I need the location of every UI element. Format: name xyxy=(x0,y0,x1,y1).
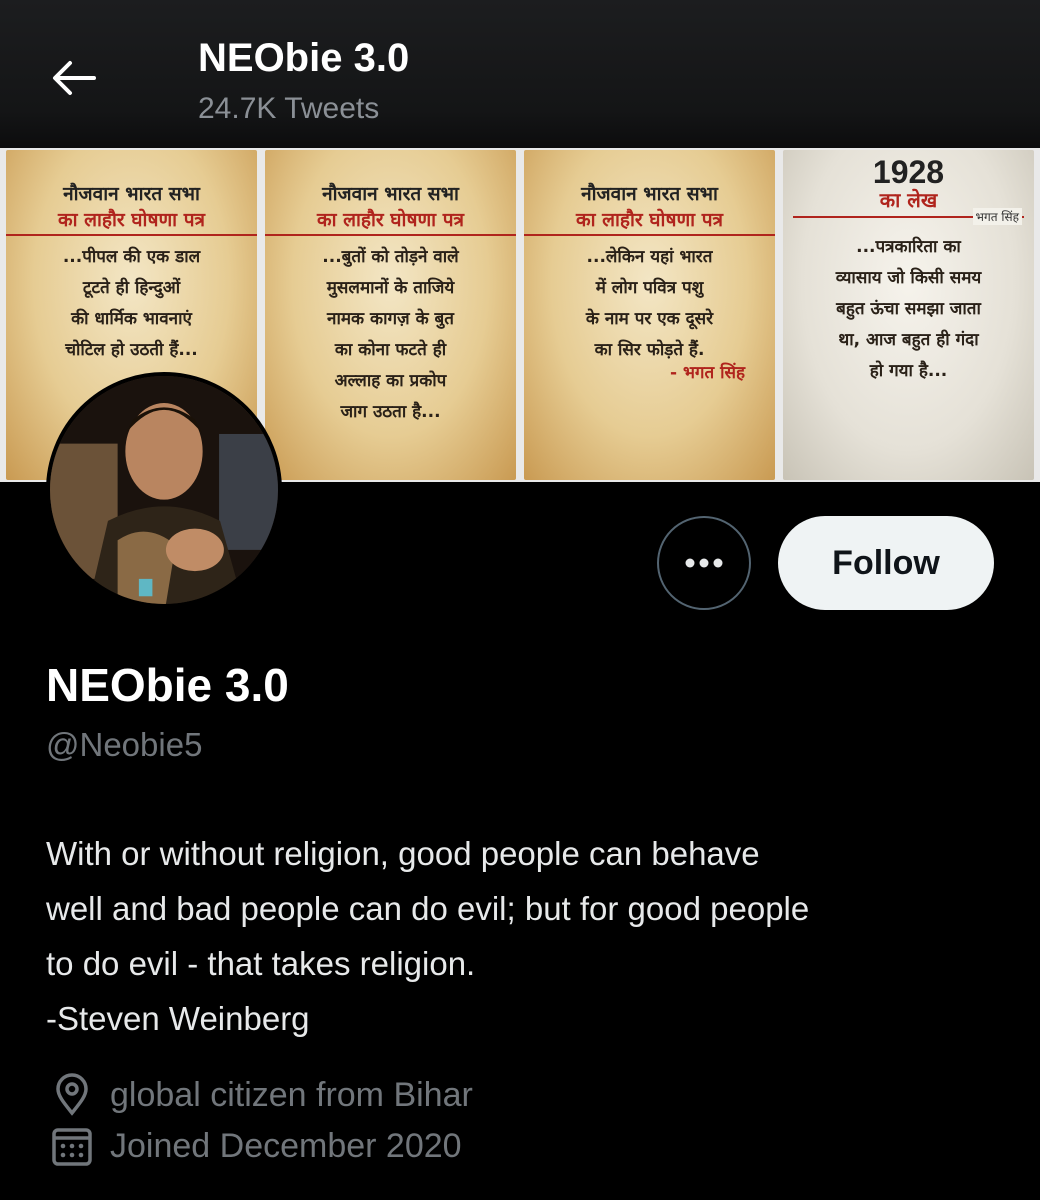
panel-subheading: का लाहौर घोषणा पत्र xyxy=(265,206,516,236)
joined-text: Joined December 2020 xyxy=(110,1126,462,1165)
profile-handle: @Neobie5 xyxy=(46,726,203,763)
bio-line: to do evil - that takes religion. xyxy=(46,945,476,982)
panel-signature: - भगत सिंह xyxy=(669,363,745,383)
profile-bio: With or without religion, good people ca… xyxy=(46,826,1006,1046)
tweet-count: 24.7K Tweets xyxy=(198,92,380,125)
location-pin-icon xyxy=(56,1073,88,1116)
calendar-icon xyxy=(52,1128,92,1166)
header-title: NEObie 3.0 xyxy=(198,36,410,80)
profile-name: NEObie 3.0 xyxy=(46,659,289,711)
more-options-button[interactable] xyxy=(657,516,751,610)
profile-location: global citizen from Bihar xyxy=(50,1073,473,1117)
bio-line: With or without religion, good people ca… xyxy=(46,835,760,872)
profile-header-bar: NEObie 3.0 24.7K Tweets xyxy=(0,0,1040,148)
banner-panel: नौजवान भारत सभा का लाहौर घोषणा पत्र ...ब… xyxy=(265,150,516,480)
profile-avatar[interactable] xyxy=(46,372,282,608)
follow-button[interactable]: Follow xyxy=(778,516,994,610)
more-dots-icon xyxy=(685,558,723,568)
panel-signature: भगत सिंह xyxy=(972,208,1022,225)
panel-quote: ...लेकिन यहां भारत में लोग पवित्र पशु के… xyxy=(585,247,714,360)
panel-quote: ...पीपल की एक डाल टूटते ही हिन्दुओं की ध… xyxy=(62,247,201,360)
bio-line: well and bad people can do evil; but for… xyxy=(46,890,810,927)
panel-quote: ...बुतों को तोड़ने वाले मुसलमानों के ताज… xyxy=(322,247,459,422)
banner-panel: 1928 का लेख भगत सिंह ...पत्रकारिता का व्… xyxy=(783,150,1034,480)
location-text: global citizen from Bihar xyxy=(110,1075,473,1114)
panel-heading: नौजवान भारत सभा xyxy=(63,183,200,205)
bio-line: -Steven Weinberg xyxy=(46,1000,310,1037)
panel-heading: नौजवान भारत सभा xyxy=(322,183,459,205)
banner-panel: नौजवान भारत सभा का लाहौर घोषणा पत्र ...ल… xyxy=(524,150,775,480)
back-arrow-icon[interactable] xyxy=(48,58,98,98)
panel-subheading: का लाहौर घोषणा पत्र xyxy=(524,206,775,236)
profile-join-date: Joined December 2020 xyxy=(50,1124,462,1168)
panel-heading: नौजवान भारत सभा xyxy=(581,183,718,205)
panel-quote: ...पत्रकारिता का व्यासाय जो किसी समय बहु… xyxy=(835,237,982,381)
panel-subheading: का लाहौर घोषणा पत्र xyxy=(6,206,257,236)
avatar-photo xyxy=(50,376,278,604)
